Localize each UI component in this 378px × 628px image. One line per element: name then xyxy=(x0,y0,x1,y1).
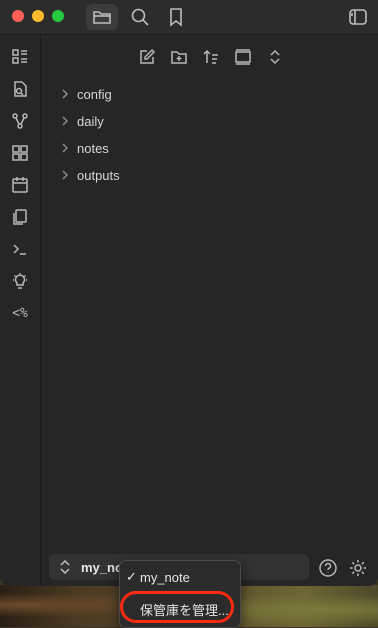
sort-button[interactable] xyxy=(199,45,223,69)
new-note-icon xyxy=(140,48,156,64)
dashboard-icon xyxy=(12,49,27,64)
expand-all-button[interactable] xyxy=(263,45,287,69)
menu-item-label: my_note xyxy=(140,569,190,585)
new-folder-button[interactable] xyxy=(167,45,191,69)
terminal-button[interactable] xyxy=(8,237,32,261)
collapse-all-button[interactable] xyxy=(231,45,255,69)
search-icon xyxy=(131,8,149,26)
lightbulb-icon xyxy=(13,273,27,289)
file-explorer-pane: config daily notes outputs xyxy=(41,35,378,586)
chevron-right-icon xyxy=(62,89,69,99)
graph-view-button[interactable] xyxy=(8,109,32,133)
folder-item[interactable]: notes xyxy=(57,137,357,159)
chevron-right-icon xyxy=(62,143,69,153)
folder-label: config xyxy=(77,86,112,102)
vault-name: my_no xyxy=(81,559,123,575)
left-ribbon: <% xyxy=(0,35,41,586)
minimize-window-button[interactable] xyxy=(32,10,44,22)
menu-item-current-vault[interactable]: ✓ my_note xyxy=(126,566,234,588)
obsidian-window: <% config daily notes outputs my_no xyxy=(0,0,378,586)
search-tab-button[interactable] xyxy=(124,4,156,30)
grid-icon xyxy=(12,145,28,161)
toggle-sidebar-button[interactable] xyxy=(342,4,374,30)
daily-note-button[interactable] xyxy=(8,173,32,197)
vault-menu: ✓ my_note 保管庫を管理... xyxy=(119,560,241,628)
copy-icon xyxy=(13,209,27,225)
chevron-right-icon xyxy=(62,116,69,126)
graph-icon xyxy=(12,113,28,129)
sidebar-toggle-icon xyxy=(349,9,367,25)
folder-label: daily xyxy=(77,113,104,129)
bookmarks-tab-button[interactable] xyxy=(160,4,192,30)
titlebar xyxy=(0,0,378,35)
new-folder-icon xyxy=(171,51,187,64)
help-button[interactable] xyxy=(317,557,339,579)
folder-item[interactable]: config xyxy=(57,83,357,105)
chevron-right-icon xyxy=(62,170,69,180)
checkmark-icon: ✓ xyxy=(126,569,137,584)
folder-label: outputs xyxy=(77,167,120,183)
help-icon xyxy=(319,559,337,577)
menu-item-label: 保管庫を管理... xyxy=(140,602,229,618)
expand-icon xyxy=(270,49,280,65)
collapse-icon xyxy=(235,49,251,65)
file-search-icon xyxy=(14,81,27,97)
template-icon: <% xyxy=(12,305,28,321)
sort-icon xyxy=(203,49,218,64)
templater-button[interactable]: <% xyxy=(8,301,32,325)
templates-button[interactable] xyxy=(8,205,32,229)
settings-button[interactable] xyxy=(347,557,369,579)
files-tab-button[interactable] xyxy=(86,4,118,30)
file-search-button[interactable] xyxy=(8,77,32,101)
dashboard-button[interactable] xyxy=(8,45,32,69)
calendar-icon xyxy=(12,177,28,193)
canvas-button[interactable] xyxy=(8,141,32,165)
bookmark-icon xyxy=(170,8,182,27)
chevron-updown-icon xyxy=(60,559,70,575)
folder-icon xyxy=(93,11,111,24)
gear-icon xyxy=(350,560,366,576)
folder-item[interactable]: daily xyxy=(57,110,357,132)
ideas-button[interactable] xyxy=(8,269,32,293)
new-note-button[interactable] xyxy=(135,45,159,69)
maximize-window-button[interactable] xyxy=(52,10,64,22)
folder-item[interactable]: outputs xyxy=(57,164,357,186)
menu-item-manage-vaults[interactable]: 保管庫を管理... xyxy=(140,598,248,620)
folder-label: notes xyxy=(77,140,109,156)
close-window-button[interactable] xyxy=(12,10,24,22)
terminal-icon xyxy=(13,244,26,255)
